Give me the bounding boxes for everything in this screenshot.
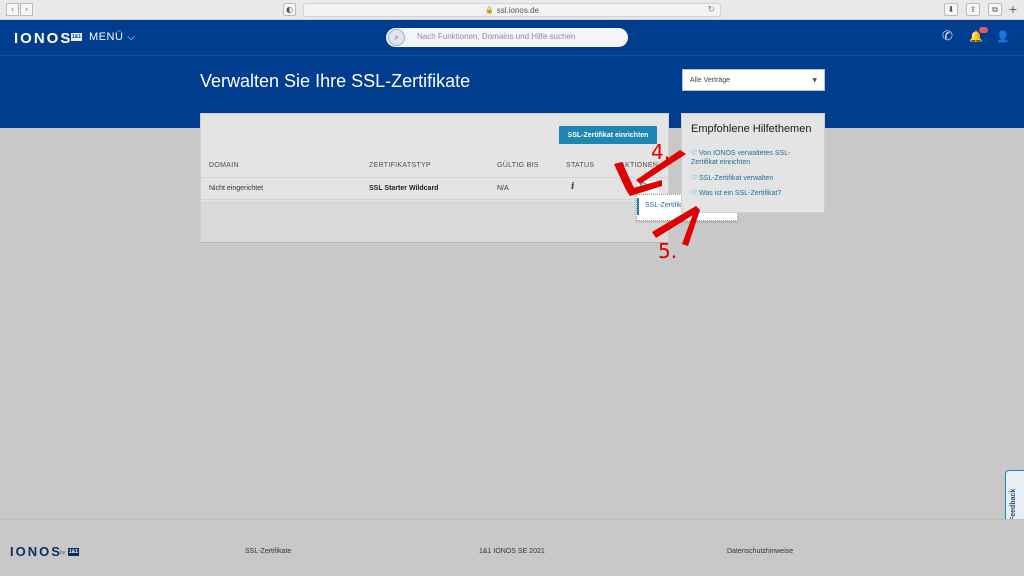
chevron-down-icon: ⌵ — [127, 31, 136, 43]
top-navigation: IONOS by 1&1 MENÜ ⌵ ⌕ Nach Funktionen, D… — [0, 20, 1024, 56]
logo-by-text: by — [63, 35, 69, 41]
share-icon[interactable]: ⇪ — [966, 3, 980, 16]
search-bar[interactable]: ⌕ Nach Funktionen, Domains und Hilfe suc… — [386, 28, 628, 47]
footer-logo-badge: 1&1 — [68, 548, 79, 556]
privacy-shield-icon[interactable]: ◐ — [283, 3, 296, 16]
cell-valid-until: N/A — [497, 185, 509, 192]
site-header: IONOS by 1&1 MENÜ ⌵ ⌕ Nach Funktionen, D… — [0, 20, 1024, 128]
column-domain: DOMAIN — [209, 162, 239, 169]
tabs-overview-icon[interactable]: ⧉ — [988, 3, 1002, 16]
info-icon[interactable]: i — [571, 182, 574, 192]
column-status: STATUS — [566, 162, 595, 169]
footer-link-privacy[interactable]: Datenschutzhinweise — [727, 548, 793, 555]
reload-icon[interactable]: ↻ — [707, 5, 715, 15]
feedback-label: Feedback — [1010, 488, 1017, 521]
table-row: Nicht eingerichtet SSL Starter Wildcard … — [201, 178, 668, 200]
cell-type: SSL Starter Wildcard — [369, 185, 439, 192]
site-footer: IONOS by 1&1 SSL-Zertifikate 1&1 IONOS S… — [0, 519, 1024, 576]
certificates-card: SSL-Zertifikat einrichten DOMAIN ZERTIFI… — [200, 113, 669, 243]
url-text: ssl.ionos.de — [496, 5, 539, 15]
logo-badge: 1&1 — [71, 33, 82, 41]
notification-badge — [979, 27, 988, 33]
footer-logo-by: by — [60, 550, 66, 556]
footer-copyright: 1&1 IONOS SE 2021 — [479, 548, 545, 555]
table-empty-area — [201, 201, 668, 242]
browser-actions: ⬇ ⇪ ⧉ + — [936, 3, 1020, 16]
column-valid-until: GÜLTIG BIS — [497, 162, 539, 169]
download-icon[interactable]: ⬇ — [944, 3, 958, 16]
help-title: Empfohlene Hilfethemen — [691, 123, 812, 135]
user-icon[interactable]: 👤 — [996, 30, 1010, 43]
cell-domain: Nicht eingerichtet — [209, 185, 264, 192]
annotation-arrows — [614, 150, 700, 246]
phone-icon[interactable]: ✆ — [942, 29, 953, 44]
footer-logo[interactable]: IONOS — [10, 544, 62, 559]
address-bar[interactable]: 🔒 ssl.ionos.de ↻ — [303, 3, 721, 17]
new-tab-icon[interactable]: + — [1006, 3, 1020, 16]
table-header: DOMAIN ZERTIFIKATSTYP GÜLTIG BIS STATUS … — [201, 156, 668, 178]
footer-link-ssl[interactable]: SSL-Zertifikate — [245, 548, 291, 555]
browser-nav: ‹ › — [6, 3, 33, 16]
back-icon[interactable]: ‹ — [6, 3, 19, 16]
forward-icon[interactable]: › — [20, 3, 33, 16]
dropdown-arrow-icon: ▼ — [812, 77, 817, 84]
menu-label: MENÜ — [89, 31, 124, 43]
column-type: ZERTIFIKATSTYP — [369, 162, 431, 169]
contract-select-value: Alle Verträge — [690, 76, 731, 84]
page-title: Verwalten Sie Ihre SSL-Zertifikate — [200, 71, 471, 91]
search-input[interactable]: Nach Funktionen, Domains und Hilfe suche… — [417, 32, 575, 41]
search-icon: ⌕ — [388, 29, 405, 46]
contract-select[interactable]: Alle Verträge ▼ — [682, 69, 825, 91]
browser-toolbar: ‹ › ◐ 🔒 ssl.ionos.de ↻ ⬇ ⇪ ⧉ + — [0, 0, 1024, 20]
menu-button[interactable]: MENÜ ⌵ — [89, 31, 135, 43]
lock-icon: 🔒 — [485, 7, 494, 14]
